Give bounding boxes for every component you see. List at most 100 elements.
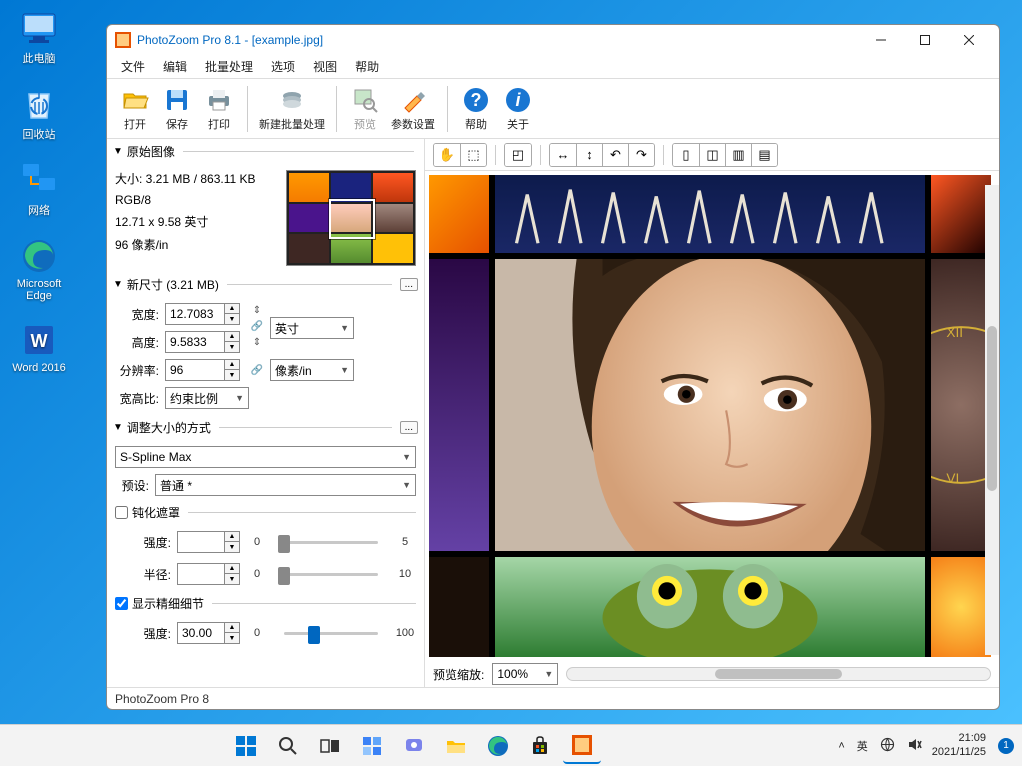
search-button[interactable] [269, 728, 307, 764]
layout-1[interactable]: ▯ [673, 144, 699, 166]
info-icon: i [504, 86, 532, 114]
menu-help[interactable]: 帮助 [347, 55, 387, 78]
toolbar-save[interactable]: 保存 [157, 82, 197, 136]
orig-size: 大小: 3.21 MB / 863.11 KB [115, 170, 278, 187]
photozoom-button[interactable] [563, 728, 601, 764]
resolution-input[interactable] [165, 359, 225, 381]
resolution-spinner[interactable]: ▲▼ [225, 359, 240, 381]
section-method[interactable]: ▼ 调整大小的方式 ... [107, 415, 424, 440]
app-icon [115, 32, 131, 48]
link-icon[interactable]: 🔗 [250, 319, 264, 333]
desktop-icon-network[interactable]: 网络 [8, 160, 70, 218]
network-tray-icon[interactable] [878, 737, 897, 755]
taskbar-clock[interactable]: 21:09 2021/11/25 [932, 732, 990, 758]
menu-edit[interactable]: 编辑 [155, 55, 195, 78]
unsharp-intensity-slider[interactable] [274, 532, 388, 552]
link-icon[interactable]: 🔗 [250, 363, 264, 377]
size-unit-select[interactable]: 英寸▼ [270, 317, 354, 339]
orig-dpi: 96 像素/in [115, 236, 278, 253]
chat-button[interactable] [395, 728, 433, 764]
crop-tool[interactable]: ◰ [505, 144, 531, 166]
toolbar-about[interactable]: i关于 [498, 82, 538, 136]
layout-4[interactable]: ▤ [751, 144, 777, 166]
close-button[interactable] [947, 25, 991, 55]
menu-file[interactable]: 文件 [113, 55, 153, 78]
height-input[interactable] [165, 331, 225, 353]
horizontal-scrollbar[interactable] [566, 667, 991, 681]
section-original[interactable]: ▼ 原始图像 [107, 139, 424, 164]
resolution-unit-select[interactable]: 像素/in▼ [270, 359, 354, 381]
thumbnail-navigator[interactable] [286, 170, 416, 266]
width-spinner[interactable]: ▲▼ [225, 303, 240, 325]
svg-text:XII: XII [946, 325, 963, 340]
rotate-ccw[interactable]: ↶ [602, 144, 628, 166]
help-icon: ? [462, 86, 490, 114]
titlebar[interactable]: PhotoZoom Pro 8.1 - [example.jpg] [107, 25, 999, 55]
statusbar: PhotoZoom Pro 8 [107, 687, 999, 709]
unsharp-intensity-input[interactable] [177, 531, 225, 553]
unsharp-radius-slider[interactable] [274, 564, 388, 584]
start-button[interactable] [227, 728, 265, 764]
widgets-button[interactable] [353, 728, 391, 764]
menu-options[interactable]: 选项 [263, 55, 303, 78]
lock-bottom-icon[interactable]: ⇕ [250, 335, 264, 349]
more-button[interactable]: ... [400, 278, 418, 291]
taskview-button[interactable] [311, 728, 349, 764]
toolbar-batch[interactable]: 新建批量处理 [256, 82, 328, 136]
recycle-bin-icon [19, 84, 59, 124]
store-button[interactable] [521, 728, 559, 764]
desktop-icon-this-pc[interactable]: 此电脑 [8, 8, 70, 66]
toolbar-help[interactable]: ?帮助 [456, 82, 496, 136]
layout-3[interactable]: ▥ [725, 144, 751, 166]
toolbar-preview[interactable]: 预览 [345, 82, 385, 136]
aspect-select[interactable]: 约束比例▼ [165, 387, 249, 409]
fine-detail-checkbox[interactable] [115, 597, 128, 610]
volume-tray-icon[interactable] [905, 737, 924, 755]
height-spinner[interactable]: ▲▼ [225, 331, 240, 353]
notification-badge[interactable]: 1 [998, 738, 1014, 754]
toolbar-print[interactable]: 打印 [199, 82, 239, 136]
menu-view[interactable]: 视图 [305, 55, 345, 78]
section-newsize[interactable]: ▼ 新尺寸 (3.21 MB) ... [107, 272, 424, 297]
rotate-cw[interactable]: ↷ [628, 144, 654, 166]
marquee-tool[interactable]: ⬚ [460, 144, 486, 166]
preview-area[interactable]: XIIVI [429, 175, 991, 657]
vertical-scrollbar[interactable] [985, 185, 999, 655]
save-icon [163, 86, 191, 114]
desktop-icon-word[interactable]: W Word 2016 [8, 320, 70, 374]
network-icon [19, 160, 59, 200]
minimize-button[interactable] [859, 25, 903, 55]
toolbar-params[interactable]: 参数设置 [387, 82, 439, 136]
method-select[interactable]: S-Spline Max▼ [115, 446, 416, 468]
width-input[interactable] [165, 303, 225, 325]
menubar: 文件 编辑 批量处理 选项 视图 帮助 [107, 55, 999, 79]
unsharp-checkbox[interactable] [115, 506, 128, 519]
collapse-icon: ▼ [113, 279, 123, 290]
folder-open-icon [121, 86, 149, 114]
language-indicator[interactable]: 英 [855, 738, 870, 754]
unsharp-radius-input[interactable] [177, 563, 225, 585]
fine-intensity-input[interactable] [177, 622, 225, 644]
zoom-label: 预览缩放: [433, 666, 484, 683]
hand-tool[interactable]: ✋ [434, 144, 460, 166]
maximize-button[interactable] [903, 25, 947, 55]
left-panel: ▼ 原始图像 大小: 3.21 MB / 863.11 KB RGB/8 12.… [107, 139, 425, 687]
flip-v[interactable]: ↕ [576, 144, 602, 166]
edge-button[interactable] [479, 728, 517, 764]
flip-h[interactable]: ↔ [550, 144, 576, 166]
toolbar: 打开 保存 打印 新建批量处理 预览 参数设置 ?帮助 i关于 [107, 79, 999, 139]
layout-2[interactable]: ◫ [699, 144, 725, 166]
preset-select[interactable]: 普通 *▼ [155, 474, 416, 496]
orig-mode: RGB/8 [115, 193, 278, 207]
batch-icon [278, 86, 306, 114]
desktop-icon-edge[interactable]: Microsoft Edge [8, 236, 70, 302]
toolbar-open[interactable]: 打开 [115, 82, 155, 136]
desktop-icon-recycle-bin[interactable]: 回收站 [8, 84, 70, 142]
explorer-button[interactable] [437, 728, 475, 764]
more-button[interactable]: ... [400, 421, 418, 434]
tray-chevron-icon[interactable]: ˄ [836, 740, 846, 752]
lock-top-icon[interactable]: ⇕ [250, 303, 264, 317]
fine-intensity-slider[interactable] [274, 623, 388, 643]
menu-batch[interactable]: 批量处理 [197, 55, 261, 78]
zoom-select[interactable]: 100%▼ [492, 663, 558, 685]
